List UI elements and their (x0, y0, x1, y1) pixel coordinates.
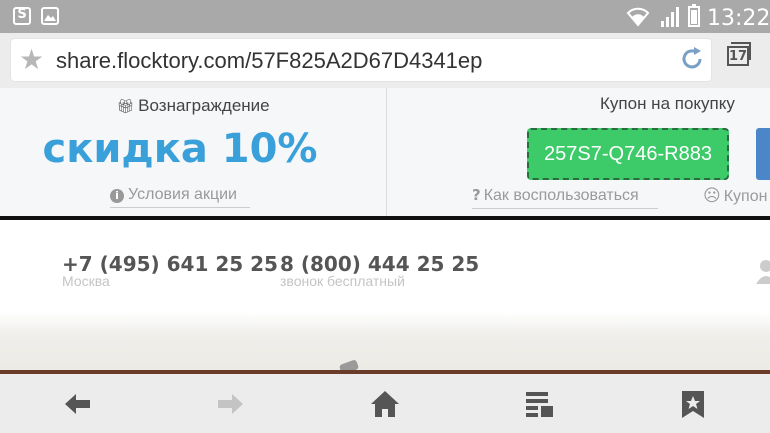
gift-icon: 🎁︎ (116, 99, 135, 115)
reader-icon[interactable] (523, 388, 555, 420)
next-button[interactable] (756, 128, 770, 180)
coupon-code[interactable]: 257S7-Q746-R883 (527, 128, 729, 180)
banner-background (0, 312, 770, 372)
tabs-button[interactable]: 17 (727, 42, 753, 68)
bookmarks-icon[interactable] (677, 388, 709, 420)
coupon-title: Купон на покупку (600, 94, 735, 113)
discount-value: скидка 10% (42, 126, 318, 172)
forward-icon[interactable] (214, 388, 246, 420)
address-bar[interactable]: ★ share.flocktory.com/57F825A2D67D4341ep (11, 39, 711, 81)
browser-toolbar: ★ share.flocktory.com/57F825A2D67D4341ep… (0, 33, 770, 88)
signal-icon (661, 7, 679, 27)
user-icon[interactable] (756, 258, 770, 286)
coupon-panel: 🎁︎ Вознаграждение скидка 10% i Условия акц… (0, 88, 770, 217)
back-icon[interactable] (62, 388, 94, 420)
terms-link[interactable]: i Условия акции (110, 186, 250, 208)
reward-title: 🎁︎ Вознаграждение (116, 96, 270, 115)
phone-free-label: звонок бесплатный (280, 273, 405, 289)
reload-icon[interactable] (677, 44, 707, 74)
phone-moscow-label: Москва (62, 273, 110, 289)
image-notification-icon (41, 7, 59, 25)
question-icon: ? (472, 186, 481, 204)
sad-face-icon: ☹ (703, 186, 721, 206)
skype-notification-icon: S (13, 7, 31, 25)
contacts-bar: +7 (495) 641 25 25 Москва 8 (800) 444 25… (0, 220, 770, 312)
status-bar: S 13:22 (0, 0, 770, 33)
battery-icon (688, 4, 700, 27)
panel-divider (386, 88, 387, 217)
bottom-nav (0, 374, 770, 433)
info-icon: i (110, 189, 124, 203)
star-icon[interactable]: ★ (19, 45, 44, 75)
home-icon[interactable] (369, 388, 401, 420)
howto-link[interactable]: ? Как воспользоваться (472, 186, 658, 209)
url-text[interactable]: share.flocktory.com/57F825A2D67D4341ep (56, 48, 482, 74)
status-time: 13:22 (707, 6, 770, 31)
wifi-icon (626, 7, 650, 27)
coupon-more-link[interactable]: ☹ Купон (703, 186, 767, 206)
tab-count: 17 (727, 46, 749, 66)
